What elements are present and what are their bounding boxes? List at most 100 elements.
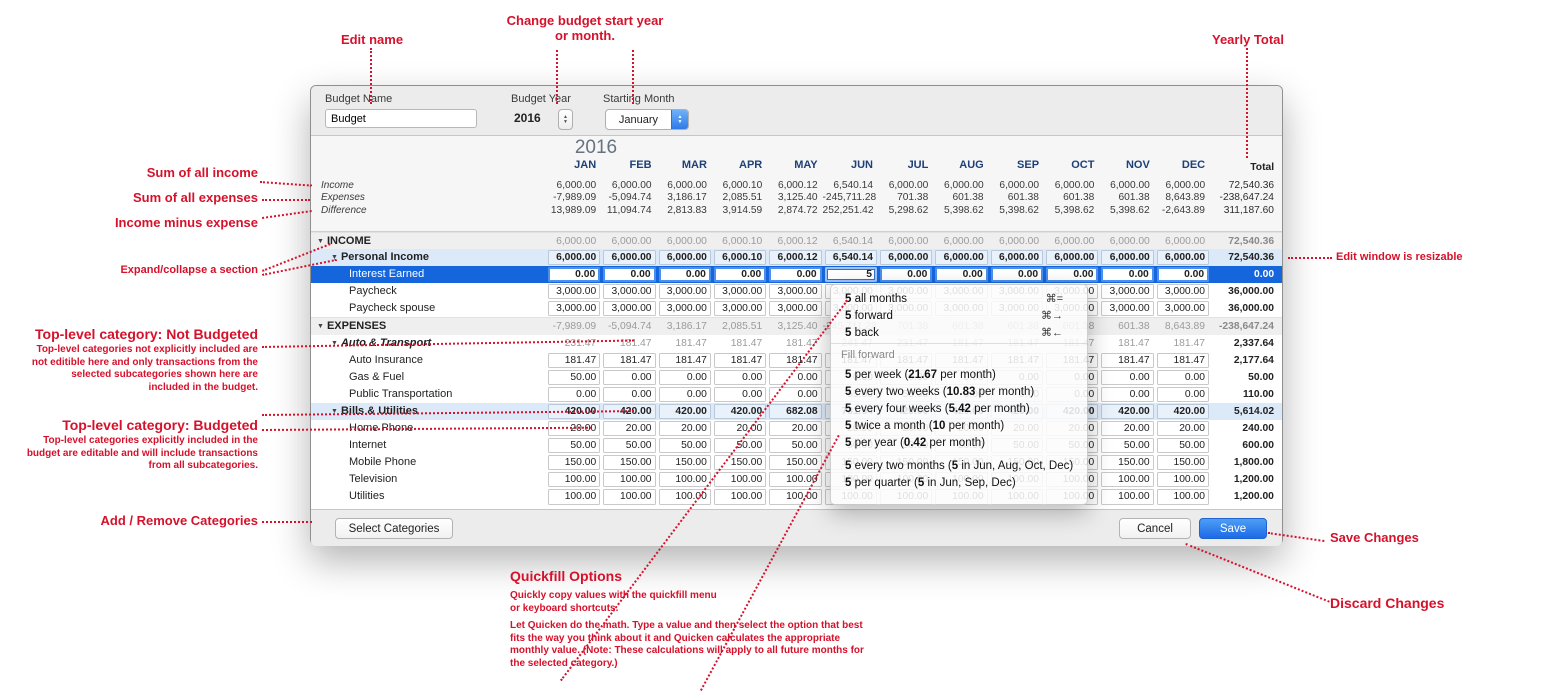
- cell-paycheck-apr[interactable]: 3,000.00: [714, 284, 766, 299]
- cell-internet-jan[interactable]: 50.00: [548, 438, 600, 453]
- budget-row-paycheck[interactable]: Paycheck3,000.003,000.003,000.003,000.00…: [311, 283, 1282, 300]
- cell-paycheck-dec[interactable]: 3,000.00: [1157, 284, 1209, 299]
- quickfill-item-5-per-week-21-67-per-month[interactable]: 5 per week (21.67 per month): [845, 367, 1077, 383]
- cell-gas-fuel-dec[interactable]: 0.00: [1157, 370, 1209, 385]
- cell-home-phone-dec[interactable]: 20.00: [1157, 421, 1209, 436]
- cell-internet-mar[interactable]: 50.00: [659, 438, 711, 453]
- cell-gas-fuel-mar[interactable]: 0.00: [659, 370, 711, 385]
- quickfill-item-5-forward[interactable]: 5 forward⌘→: [845, 308, 1077, 324]
- cell-auto-transport-apr[interactable]: 181.47: [712, 335, 767, 352]
- cell-internet-feb[interactable]: 50.00: [603, 438, 655, 453]
- cell-income-sep[interactable]: 6,000.00: [989, 233, 1044, 249]
- cell-auto-insurance-jan[interactable]: 181.47: [548, 353, 600, 368]
- cell-auto-transport-nov[interactable]: 181.47: [1099, 335, 1154, 352]
- cell-personal-income-sep[interactable]: 6,000.00: [991, 250, 1043, 265]
- budget-row-income[interactable]: ▼INCOME6,000.006,000.006,000.006,000.106…: [311, 232, 1282, 249]
- cell-auto-insurance-mar[interactable]: 181.47: [659, 353, 711, 368]
- cell-auto-transport-feb[interactable]: 181.47: [601, 335, 656, 352]
- cell-television-apr[interactable]: 100.00: [714, 472, 766, 487]
- quickfill-item-5-every-two-weeks-10-83-per-month[interactable]: 5 every two weeks (10.83 per month): [845, 384, 1077, 400]
- disclosure-triangle-icon[interactable]: ▼: [331, 403, 338, 420]
- disclosure-triangle-icon[interactable]: ▼: [317, 318, 324, 334]
- cell-auto-insurance-feb[interactable]: 181.47: [603, 353, 655, 368]
- cell-utilities-jan[interactable]: 100.00: [548, 489, 600, 504]
- cell-expenses-may[interactable]: 3,125.40: [767, 318, 822, 334]
- cell-personal-income-nov[interactable]: 6,000.00: [1101, 250, 1153, 265]
- cell-interest-earned-oct[interactable]: 0.00: [1046, 267, 1098, 282]
- cell-mobile-phone-feb[interactable]: 150.00: [603, 455, 655, 470]
- cell-interest-earned-may[interactable]: 0.00: [769, 267, 821, 282]
- cell-interest-earned-aug[interactable]: 0.00: [935, 267, 987, 282]
- cell-personal-income-dec[interactable]: 6,000.00: [1157, 250, 1209, 265]
- cell-paycheck-spouse-jan[interactable]: 3,000.00: [548, 301, 600, 316]
- quickfill-item-5-per-quarter-5-in-jun-sep-dec[interactable]: 5 per quarter (5 in Jun, Sep, Dec): [845, 475, 1077, 491]
- cell-paycheck-spouse-may[interactable]: 3,000.00: [769, 301, 821, 316]
- cell-television-nov[interactable]: 100.00: [1101, 472, 1153, 487]
- cell-mobile-phone-dec[interactable]: 150.00: [1157, 455, 1209, 470]
- budget-row-paycheck-spouse[interactable]: Paycheck spouse3,000.003,000.003,000.003…: [311, 300, 1282, 317]
- cell-gas-fuel-feb[interactable]: 0.00: [603, 370, 655, 385]
- cell-home-phone-nov[interactable]: 20.00: [1101, 421, 1153, 436]
- cell-paycheck-may[interactable]: 3,000.00: [769, 284, 821, 299]
- cell-personal-income-aug[interactable]: 6,000.00: [935, 250, 987, 265]
- select-categories-button[interactable]: Select Categories: [335, 518, 453, 539]
- disclosure-triangle-icon[interactable]: ▼: [331, 249, 338, 266]
- cell-interest-earned-jul[interactable]: 0.00: [880, 267, 932, 282]
- cell-public-transportation-mar[interactable]: 0.00: [659, 387, 711, 402]
- cell-auto-transport-jan[interactable]: 231.47: [546, 335, 601, 352]
- cell-paycheck-nov[interactable]: 3,000.00: [1101, 284, 1153, 299]
- cell-mobile-phone-may[interactable]: 150.00: [769, 455, 821, 470]
- cell-paycheck-mar[interactable]: 3,000.00: [659, 284, 711, 299]
- budget-row-expenses[interactable]: ▼EXPENSES-7,989.09-5,094.743,186.172,085…: [311, 317, 1282, 334]
- cell-gas-fuel-nov[interactable]: 0.00: [1101, 370, 1153, 385]
- cell-television-dec[interactable]: 100.00: [1157, 472, 1209, 487]
- disclosure-triangle-icon[interactable]: ▼: [331, 335, 338, 352]
- cell-interest-earned-feb[interactable]: 0.00: [603, 267, 655, 282]
- cell-public-transportation-dec[interactable]: 0.00: [1157, 387, 1209, 402]
- cell-gas-fuel-jan[interactable]: 50.00: [548, 370, 600, 385]
- cell-income-may[interactable]: 6,000.12: [767, 233, 822, 249]
- cell-personal-income-feb[interactable]: 6,000.00: [603, 250, 655, 265]
- cell-expenses-jan[interactable]: -7,989.09: [546, 318, 601, 334]
- cell-personal-income-may[interactable]: 6,000.12: [769, 250, 821, 265]
- cell-personal-income-jan[interactable]: 6,000.00: [548, 250, 600, 265]
- quickfill-item-5-per-year-0-42-per-month[interactable]: 5 per year (0.42 per month): [845, 435, 1077, 451]
- cell-interest-earned-dec[interactable]: 0.00: [1157, 267, 1209, 282]
- cell-bills-utilities-may[interactable]: 682.08: [769, 404, 821, 419]
- budget-row-mobile-phone[interactable]: Mobile Phone150.00150.00150.00150.00150.…: [311, 454, 1282, 471]
- cell-income-feb[interactable]: 6,000.00: [601, 233, 656, 249]
- cell-internet-may[interactable]: 50.00: [769, 438, 821, 453]
- cell-home-phone-feb[interactable]: 20.00: [603, 421, 655, 436]
- cell-paycheck-spouse-mar[interactable]: 3,000.00: [659, 301, 711, 316]
- cell-expenses-mar[interactable]: 3,186.17: [657, 318, 712, 334]
- cell-interest-earned-sep[interactable]: 0.00: [991, 267, 1043, 282]
- cell-personal-income-jul[interactable]: 6,000.00: [880, 250, 932, 265]
- cell-personal-income-jun[interactable]: 6,540.14: [825, 250, 877, 265]
- cell-interest-earned-nov[interactable]: 0.00: [1101, 267, 1153, 282]
- cell-interest-earned-mar[interactable]: 0.00: [659, 267, 711, 282]
- cell-interest-earned-jan[interactable]: 0.00: [548, 267, 600, 282]
- cell-income-dec[interactable]: 6,000.00: [1155, 233, 1210, 249]
- cell-income-jul[interactable]: 6,000.00: [878, 233, 933, 249]
- cell-personal-income-oct[interactable]: 6,000.00: [1046, 250, 1098, 265]
- budget-row-personal-income[interactable]: ▼Personal Income6,000.006,000.006,000.00…: [311, 249, 1282, 266]
- cell-auto-transport-dec[interactable]: 181.47: [1155, 335, 1210, 352]
- cell-home-phone-may[interactable]: 20.00: [769, 421, 821, 436]
- cell-income-mar[interactable]: 6,000.00: [657, 233, 712, 249]
- cell-home-phone-mar[interactable]: 20.00: [659, 421, 711, 436]
- cell-income-jan[interactable]: 6,000.00: [546, 233, 601, 249]
- cell-utilities-dec[interactable]: 100.00: [1157, 489, 1209, 504]
- cell-auto-insurance-dec[interactable]: 181.47: [1157, 353, 1209, 368]
- cell-auto-insurance-nov[interactable]: 181.47: [1101, 353, 1153, 368]
- budget-row-internet[interactable]: Internet50.0050.0050.0050.0050.0050.0050…: [311, 437, 1282, 454]
- cell-bills-utilities-mar[interactable]: 420.00: [659, 404, 711, 419]
- cell-public-transportation-feb[interactable]: 0.00: [603, 387, 655, 402]
- cell-expenses-apr[interactable]: 2,085.51: [712, 318, 767, 334]
- quickfill-item-5-twice-a-month-10-per-month[interactable]: 5 twice a month (10 per month): [845, 418, 1077, 434]
- cell-mobile-phone-jan[interactable]: 150.00: [548, 455, 600, 470]
- cell-interest-earned-apr[interactable]: 0.00: [714, 267, 766, 282]
- quickfill-item-5-every-four-weeks-5-42-per-month[interactable]: 5 every four weeks (5.42 per month): [845, 401, 1077, 417]
- cell-income-apr[interactable]: 6,000.10: [712, 233, 767, 249]
- budget-row-interest-earned[interactable]: Interest Earned0.000.000.000.000.0050.00…: [311, 266, 1282, 283]
- cell-income-aug[interactable]: 6,000.00: [933, 233, 988, 249]
